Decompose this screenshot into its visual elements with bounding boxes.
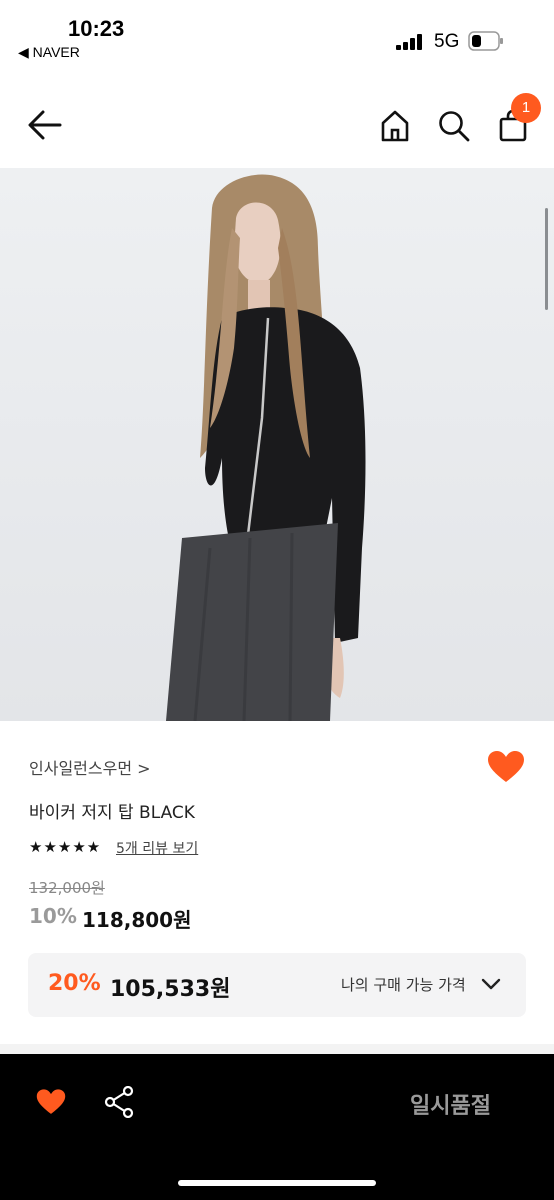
sale-price: 118,800원	[82, 908, 192, 932]
my-price-label: 나의 구매 가능 가격	[341, 976, 466, 994]
top-navigation	[0, 90, 554, 160]
my-price-box[interactable]: 20% 105,533원 나의 구매 가능 가격	[28, 953, 526, 1017]
search-icon[interactable]	[438, 110, 470, 142]
my-price-value: 105,533원	[110, 977, 231, 1002]
scroll-indicator[interactable]	[545, 208, 548, 310]
cart-count-badge: 1	[511, 93, 541, 123]
bottom-action-bar	[0, 1054, 554, 1200]
section-divider	[0, 1044, 554, 1054]
discount-percent: 10%	[29, 904, 77, 928]
product-title: 바이커 저지 탑 BLACK	[29, 803, 195, 823]
home-indicator[interactable]	[178, 1180, 376, 1186]
product-image[interactable]	[0, 168, 554, 721]
rating-stars: ★★★★★	[29, 838, 102, 856]
status-time: 10:23	[68, 16, 125, 41]
signal-icon	[396, 34, 422, 50]
home-icon[interactable]	[380, 110, 410, 142]
heart-icon[interactable]	[487, 750, 525, 784]
battery-icon	[468, 31, 503, 51]
share-icon[interactable]	[104, 1086, 134, 1118]
my-price-discount: 20%	[48, 971, 101, 996]
back-arrow-icon[interactable]	[27, 109, 63, 141]
model-photo	[166, 174, 366, 721]
heart-icon[interactable]	[36, 1088, 66, 1116]
status-bar: 10:23 ◀ NAVER 5G	[0, 0, 554, 70]
original-price: 132,000원	[29, 879, 105, 897]
brand-link[interactable]: 인사일런스우먼 >	[29, 755, 151, 779]
chevron-down-icon[interactable]	[480, 973, 502, 995]
network-type: 5G	[434, 31, 460, 52]
back-to-app-link[interactable]: ◀ NAVER	[18, 44, 80, 61]
reviews-link[interactable]: 5개 리뷰 보기	[116, 838, 198, 858]
sold-out-button[interactable]: 일시품절	[410, 1088, 491, 1120]
